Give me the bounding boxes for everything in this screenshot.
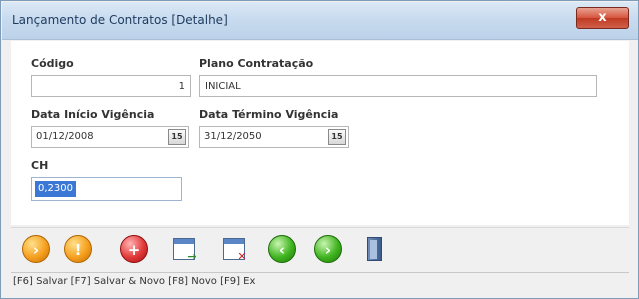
ch-value-selected: 0,2300 bbox=[35, 181, 76, 197]
data-inicio-field[interactable]: 01/12/2008 15 bbox=[31, 126, 189, 148]
codigo-label: Código bbox=[31, 57, 74, 70]
plano-label: Plano Contratação bbox=[199, 57, 314, 70]
data-inicio-label: Data Início Vigência bbox=[31, 108, 155, 121]
data-termino-value: 31/12/2050 bbox=[204, 131, 262, 142]
sair-button[interactable] bbox=[359, 234, 389, 264]
status-bar: [F6] Salvar [F7] Salvar & Novo [F8] Novo… bbox=[11, 272, 629, 292]
exit-door-icon bbox=[367, 237, 382, 261]
data-termino-field[interactable]: 31/12/2050 15 bbox=[199, 126, 349, 148]
orange-circle-arrow-icon: › bbox=[22, 235, 50, 263]
plano-input[interactable] bbox=[199, 75, 597, 97]
ch-label: CH bbox=[31, 159, 49, 172]
red-circle-add-icon: + bbox=[120, 235, 148, 263]
close-icon: x bbox=[598, 10, 607, 25]
close-button[interactable]: x bbox=[576, 7, 629, 29]
document-arrow-icon: → bbox=[173, 238, 197, 263]
ch-input[interactable]: 0,2300 bbox=[31, 177, 182, 201]
title-bar[interactable]: Lançamento de Contratos [Detalhe] x bbox=[2, 2, 638, 40]
green-circle-right-icon: › bbox=[314, 235, 342, 263]
window-title: Lançamento de Contratos [Detalhe] bbox=[12, 13, 228, 27]
contract-detail-window: Lançamento de Contratos [Detalhe] x Códi… bbox=[0, 0, 639, 299]
proximo-button[interactable]: › bbox=[313, 234, 343, 264]
export-button[interactable]: → bbox=[169, 234, 199, 264]
data-termino-label: Data Término Vigência bbox=[199, 108, 339, 121]
excluir-button[interactable]: ✕ bbox=[219, 234, 249, 264]
anterior-button[interactable]: ‹ bbox=[267, 234, 297, 264]
codigo-input[interactable] bbox=[31, 75, 191, 97]
data-inicio-value: 01/12/2008 bbox=[36, 131, 94, 142]
salvar-novo-button[interactable]: ! bbox=[63, 234, 93, 264]
green-circle-left-icon: ‹ bbox=[268, 235, 296, 263]
data-inicio-calendar-icon[interactable]: 15 bbox=[168, 129, 186, 145]
document-delete-icon: ✕ bbox=[223, 238, 247, 263]
form-panel: Código Plano Contratação Data Início Vig… bbox=[11, 41, 629, 225]
novo-button[interactable]: + bbox=[119, 234, 149, 264]
orange-circle-down-icon: ! bbox=[64, 235, 92, 263]
toolbar: › ! + → ✕ ‹ › bbox=[11, 227, 629, 271]
data-termino-calendar-icon[interactable]: 15 bbox=[328, 129, 346, 145]
salvar-button[interactable]: › bbox=[21, 234, 51, 264]
